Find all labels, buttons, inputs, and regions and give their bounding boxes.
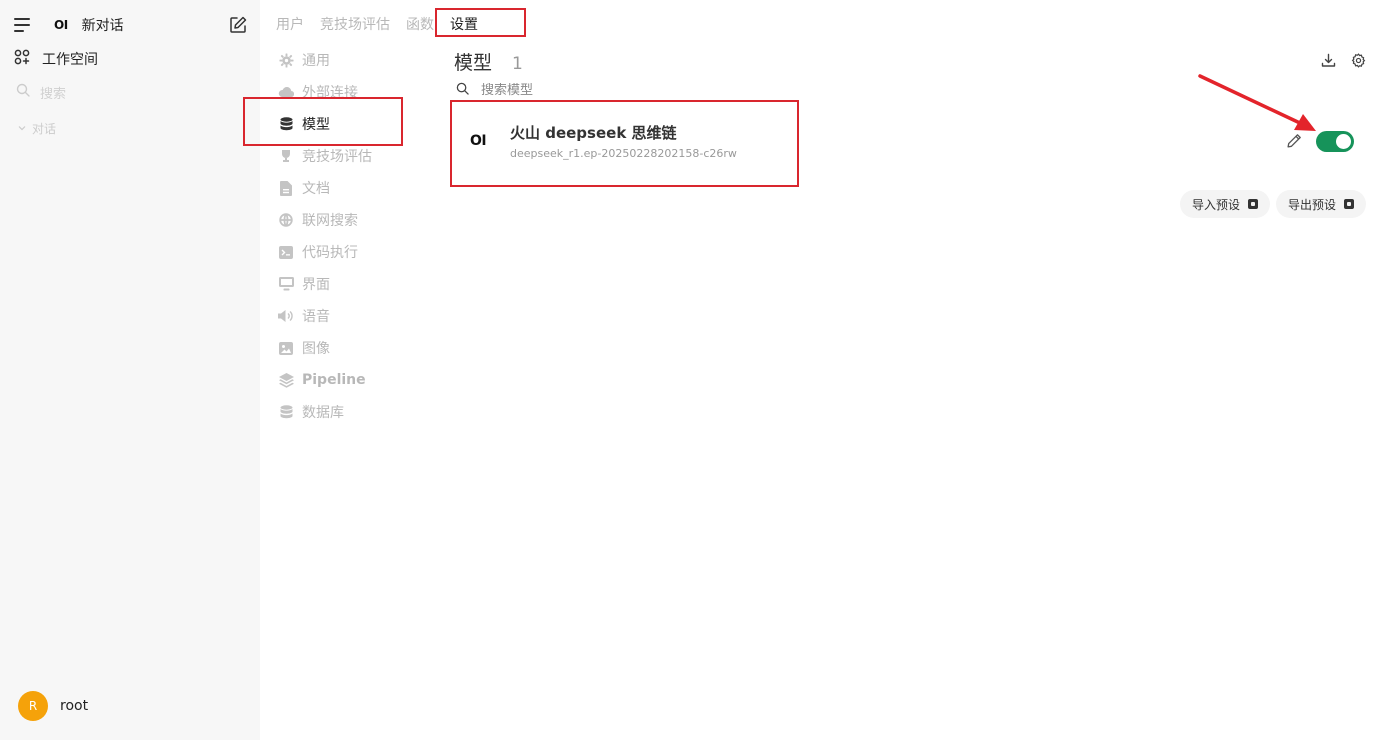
import-presets-button[interactable]: 导入预设 <box>1179 190 1270 218</box>
settings-item-label: 数据库 <box>302 405 344 421</box>
sidebar-item-workspace[interactable]: 工作空间 <box>14 48 98 70</box>
page-title: 模型 <box>454 52 493 74</box>
username: root <box>60 698 89 714</box>
preset-actions: 导入预设 导出预设 <box>1179 190 1366 218</box>
settings-item-label: 文档 <box>302 181 330 197</box>
tab-users[interactable]: 用户 <box>276 14 304 34</box>
speaker-icon <box>278 308 294 324</box>
chats-section[interactable]: 对话 <box>18 120 56 136</box>
file-export-icon <box>1344 199 1354 209</box>
export-presets-label: 导出预设 <box>1287 197 1336 212</box>
menu-icon[interactable] <box>14 18 32 32</box>
new-chat-button[interactable]: 新对话 <box>82 15 124 35</box>
settings-item-code-execution[interactable]: 代码执行 <box>278 236 418 268</box>
database-icon <box>278 404 294 420</box>
sidebar-search[interactable]: 搜索 <box>16 82 66 102</box>
settings-item-general[interactable]: 通用 <box>278 44 418 76</box>
model-info: 火山 deepseek 思维链 deepseek_r1.ep-202502282… <box>510 122 737 160</box>
settings-item-arena[interactable]: 竞技场评估 <box>278 140 418 172</box>
annotation-arrow-icon <box>1198 74 1316 131</box>
settings-item-database[interactable]: 数据库 <box>278 396 418 428</box>
settings-item-audio[interactable]: 语音 <box>278 300 418 332</box>
cloud-icon <box>278 84 294 100</box>
model-search <box>456 82 681 99</box>
model-item[interactable]: OI 火山 deepseek 思维链 deepseek_r1.ep-202502… <box>470 122 737 160</box>
settings-item-label: 界面 <box>302 277 330 293</box>
search-icon <box>16 83 30 101</box>
tab-functions[interactable]: 函数 <box>406 14 434 34</box>
chevron-down-icon <box>18 121 26 135</box>
sidebar-header: OI 新对话 <box>14 12 248 38</box>
chats-label: 对话 <box>32 121 57 136</box>
settings-item-interface[interactable]: 界面 <box>278 268 418 300</box>
settings-item-label: 外部连接 <box>302 85 358 101</box>
tab-settings[interactable]: 设置 <box>450 14 478 34</box>
app-logo: OI <box>54 18 68 32</box>
document-icon <box>278 180 294 196</box>
trophy-icon <box>278 148 294 164</box>
workspace-icon <box>14 49 30 69</box>
toggle-knob <box>1336 134 1351 149</box>
settings-item-pipeline[interactable]: Pipeline <box>278 364 418 396</box>
database-icon <box>278 116 294 132</box>
file-import-icon <box>1247 199 1258 209</box>
admin-tabs: 用户 竞技场评估 函数 设置 <box>276 14 494 34</box>
models-header: 模型 1 <box>454 48 523 75</box>
image-icon <box>278 340 294 356</box>
model-count: 1 <box>512 54 523 74</box>
export-presets-button[interactable]: 导出预设 <box>1275 190 1366 218</box>
sidebar-search-placeholder: 搜索 <box>40 86 67 102</box>
compose-icon[interactable] <box>228 15 248 35</box>
sidebar: OI 新对话 工作空间 搜索 对话 R root <box>0 0 260 740</box>
settings-item-label: 模型 <box>302 117 330 133</box>
settings-item-label: 竞技场评估 <box>302 149 372 165</box>
settings-item-models[interactable]: 模型 <box>278 108 418 140</box>
model-logo: OI <box>470 133 487 149</box>
avatar: R <box>18 691 48 721</box>
gear-icon[interactable] <box>1350 52 1366 68</box>
gear-icon <box>278 52 294 68</box>
terminal-icon <box>278 244 294 260</box>
monitor-icon <box>278 276 294 292</box>
settings-item-label: 通用 <box>302 53 330 69</box>
layers-icon <box>278 372 294 388</box>
settings-item-images[interactable]: 图像 <box>278 332 418 364</box>
model-search-input[interactable] <box>481 83 681 98</box>
import-presets-label: 导入预设 <box>1191 197 1240 212</box>
settings-item-web-search[interactable]: 联网搜索 <box>278 204 418 236</box>
model-id: deepseek_r1.ep-20250228202158-c26rw <box>510 147 737 160</box>
settings-item-label: 联网搜索 <box>302 213 358 229</box>
settings-item-label: 代码执行 <box>302 245 358 261</box>
settings-item-connections[interactable]: 外部连接 <box>278 76 418 108</box>
settings-item-label: Pipeline <box>302 372 366 388</box>
settings-item-label: 语音 <box>302 309 330 325</box>
globe-icon <box>278 212 294 228</box>
workspace-label: 工作空间 <box>42 52 98 68</box>
tab-arena[interactable]: 竞技场评估 <box>320 14 390 34</box>
settings-item-documents[interactable]: 文档 <box>278 172 418 204</box>
settings-item-label: 图像 <box>302 341 330 357</box>
user-menu[interactable]: R root <box>18 691 88 721</box>
search-icon <box>456 82 469 99</box>
model-name: 火山 deepseek 思维链 <box>510 124 677 142</box>
settings-menu: 通用 外部连接 模型 竞技场评估 文档 联网搜索 代码执行 界面 语音 图像 P… <box>278 44 418 428</box>
